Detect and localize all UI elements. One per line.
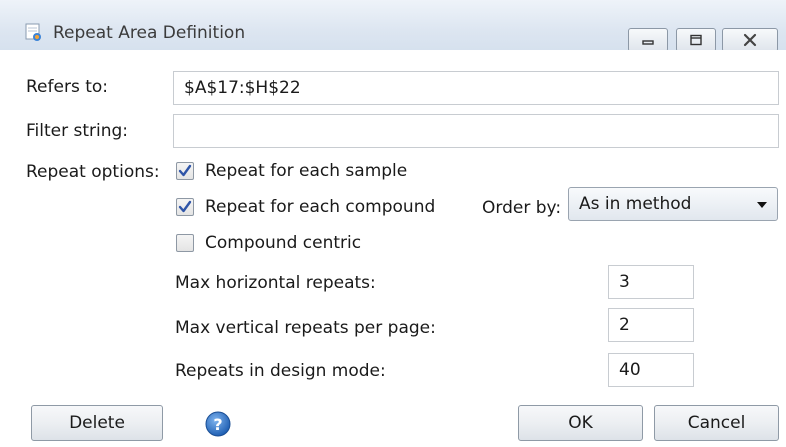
chevron-down-icon xyxy=(757,202,767,208)
refers-to-label: Refers to: xyxy=(26,77,108,97)
compound-centric-checkbox[interactable]: Compound centric xyxy=(176,233,361,253)
order-by-label: Order by: xyxy=(482,198,562,218)
repeat-each-sample-checkbox[interactable]: Repeat for each sample xyxy=(176,161,407,181)
repeat-area-icon xyxy=(25,23,42,41)
checkmark-icon xyxy=(178,200,192,213)
checkmark-icon xyxy=(178,164,192,177)
max-horizontal-input[interactable]: 3 xyxy=(608,265,694,299)
title-bar[interactable]: Repeat Area Definition xyxy=(0,0,786,52)
dialog-body xyxy=(0,50,786,447)
ok-button[interactable]: OK xyxy=(518,405,643,441)
svg-text:?: ? xyxy=(213,415,222,434)
cancel-button[interactable]: Cancel xyxy=(654,405,779,441)
order-by-dropdown[interactable]: As in method xyxy=(568,187,778,221)
maximize-button[interactable] xyxy=(676,28,716,52)
max-vertical-label: Max vertical repeats per page: xyxy=(175,318,436,338)
repeat-each-sample-label: Repeat for each sample xyxy=(205,161,408,181)
delete-button[interactable]: Delete xyxy=(31,405,163,441)
repeat-area-dialog: Repeat Area Definition Refers to: $A$17:… xyxy=(0,0,786,447)
max-vertical-input[interactable]: 2 xyxy=(608,308,694,342)
refers-to-input[interactable]: $A$17:$H$22 xyxy=(173,71,779,105)
close-icon xyxy=(743,33,757,47)
checkbox-box[interactable] xyxy=(176,234,194,252)
minimize-icon xyxy=(642,40,654,45)
order-by-value: As in method xyxy=(579,194,692,214)
repeat-each-compound-label: Repeat for each compound xyxy=(205,197,436,217)
window-title: Repeat Area Definition xyxy=(53,23,246,43)
design-mode-label: Repeats in design mode: xyxy=(175,361,386,381)
filter-string-input[interactable] xyxy=(173,114,779,148)
minimize-button[interactable] xyxy=(628,28,668,52)
close-button[interactable] xyxy=(722,28,778,52)
checkbox-box[interactable] xyxy=(176,198,194,216)
repeat-options-label: Repeat options: xyxy=(26,162,160,182)
help-icon[interactable]: ? xyxy=(205,411,231,437)
maximize-icon xyxy=(690,34,702,46)
checkbox-box[interactable] xyxy=(176,162,194,180)
repeat-each-compound-checkbox[interactable]: Repeat for each compound xyxy=(176,197,435,217)
compound-centric-label: Compound centric xyxy=(205,233,362,253)
filter-string-label: Filter string: xyxy=(26,121,129,141)
max-horizontal-label: Max horizontal repeats: xyxy=(175,273,376,293)
design-mode-input[interactable]: 40 xyxy=(608,353,694,387)
